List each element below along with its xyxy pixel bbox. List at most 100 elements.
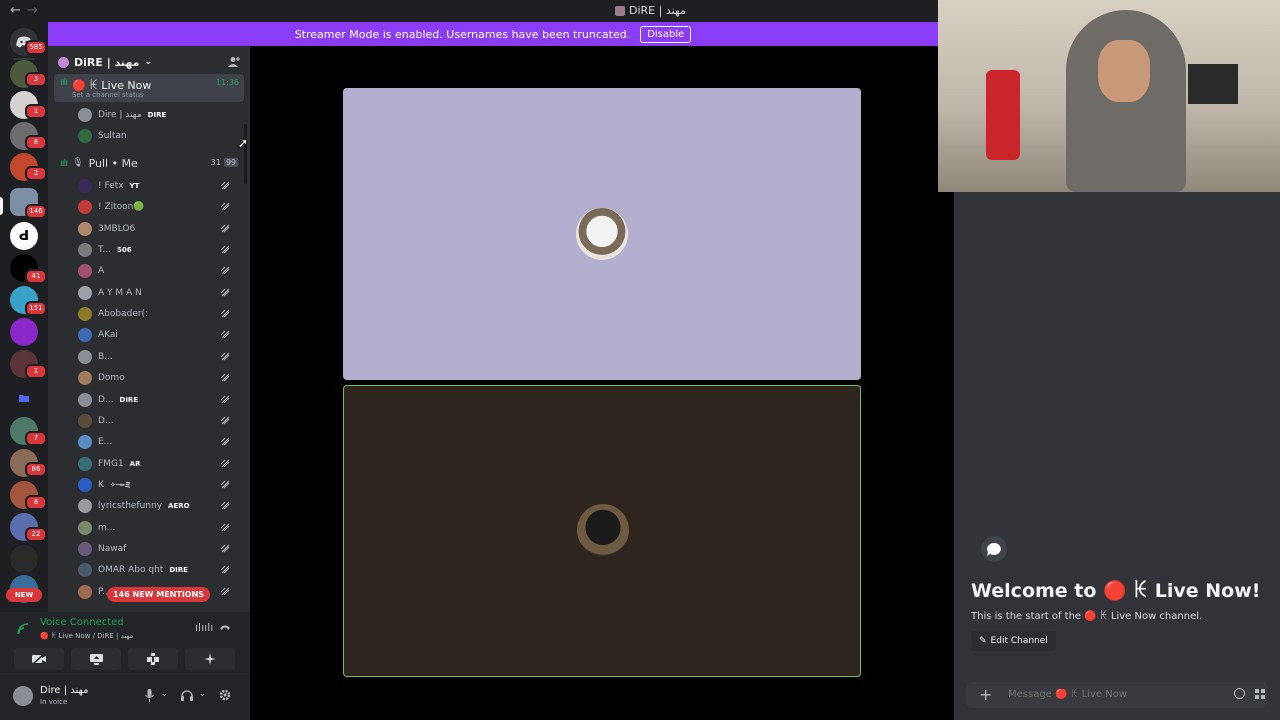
- user-status: In voice: [40, 698, 68, 706]
- selected-indicator: [0, 197, 3, 215]
- voice-channel-path[interactable]: 🔴 ꀘ Live Now / DiRE | مهند: [40, 630, 133, 640]
- deafened-icon: [220, 224, 230, 233]
- activities-button[interactable]: [128, 648, 178, 670]
- disconnect-icon[interactable]: [219, 623, 231, 631]
- deafened-icon: [220, 416, 230, 425]
- voice-channel-live-now[interactable]: ıılı 🔴 ꀘ Live Now 11:36 Set a channel st…: [54, 74, 244, 102]
- avatar: [78, 221, 92, 236]
- voice-user[interactable]: A: [78, 261, 238, 281]
- deafened-icon: [220, 202, 230, 211]
- server-icon[interactable]: [10, 545, 38, 573]
- deafened-icon: [220, 565, 230, 574]
- microphone-icon[interactable]: [145, 689, 154, 702]
- forward-icon[interactable]: →: [27, 3, 38, 18]
- chevron-down-icon[interactable]: ⌄: [161, 689, 168, 698]
- voice-user-name: Dire | مهند: [98, 110, 142, 120]
- avatar: [78, 541, 92, 556]
- add-user-icon[interactable]: [228, 56, 240, 68]
- voice-user[interactable]: Dire | مهند DIRE: [78, 105, 238, 125]
- server-icon[interactable]: ꓒ: [10, 222, 38, 250]
- cursor-icon: ➚: [238, 136, 249, 150]
- apps-icon[interactable]: [1255, 689, 1266, 700]
- avatar: [78, 435, 92, 450]
- unread-badge: 151: [25, 301, 47, 316]
- voice-user[interactable]: Abobader(:: [78, 304, 238, 324]
- voice-user-name: ! Zitoon🟢: [98, 202, 145, 213]
- voice-user[interactable]: D... DIRE: [78, 390, 238, 410]
- back-icon[interactable]: ←: [10, 3, 21, 18]
- video-tile[interactable]: [343, 88, 861, 380]
- pencil-icon: ✎: [979, 636, 987, 646]
- screen-share-icon: [89, 653, 103, 665]
- voice-status-title: Voice Connected: [40, 617, 124, 628]
- voice-user[interactable]: ! Zitoon🟢: [78, 197, 238, 217]
- emoji-icon[interactable]: [1234, 688, 1245, 699]
- voice-user[interactable]: lyricsthefunny AERO: [78, 496, 238, 516]
- avatar: [78, 563, 92, 578]
- voice-connected-panel: Voice Connected 🔴 ꀘ Live Now / DiRE | مه…: [0, 612, 250, 672]
- unread-badge: 3: [25, 72, 47, 87]
- new-badge[interactable]: NEW: [6, 588, 42, 602]
- voice-user[interactable]: Nawaf: [78, 539, 238, 559]
- voice-user[interactable]: E...: [78, 432, 238, 452]
- scrollbar[interactable]: [244, 124, 247, 184]
- voice-user[interactable]: T... 506: [78, 240, 238, 260]
- voice-user-name: ! Fetx: [98, 181, 124, 191]
- unread-badge: 1: [25, 364, 47, 379]
- window-title-text: DiRE | مهند: [629, 4, 686, 17]
- avatar[interactable]: [13, 686, 33, 706]
- webcam-microphone: [986, 70, 1020, 160]
- voice-user[interactable]: B...: [78, 347, 238, 367]
- voice-user[interactable]: FMG1 AR: [78, 454, 238, 474]
- chevron-down-icon[interactable]: ⌄: [199, 689, 206, 698]
- avatar: [78, 307, 92, 322]
- soundboard-button[interactable]: [185, 648, 235, 670]
- voice-user[interactable]: Sultan: [78, 126, 238, 146]
- signal-icon[interactable]: [17, 623, 29, 635]
- deafened-icon: [220, 331, 230, 339]
- voice-user[interactable]: K ✧─═ミ: [78, 475, 238, 495]
- edit-channel-button[interactable]: ✎ Edit Channel: [971, 631, 1056, 651]
- channel-sidebar: DiRE | مهند ⌄ ıılı 🔴 ꀘ Live Now 11:36 Se…: [48, 46, 250, 612]
- voice-user-name: lyricsthefunny: [98, 501, 163, 512]
- participant-avatar: [576, 208, 628, 260]
- voice-user[interactable]: m...: [78, 518, 238, 538]
- screenshare-button[interactable]: [71, 648, 121, 670]
- camera-button[interactable]: [14, 648, 64, 670]
- soundboard-icon[interactable]: ılıılı: [195, 621, 213, 634]
- deafened-icon: [220, 437, 230, 446]
- voice-channel-pull-me[interactable]: ıılı 🎙 Pull • Me 31 99: [54, 152, 244, 174]
- folder-icon[interactable]: [10, 384, 38, 412]
- window-title: DiRE | مهند: [615, 4, 686, 17]
- voice-user[interactable]: A Y M A N: [78, 283, 238, 303]
- disable-button[interactable]: Disable: [640, 25, 692, 43]
- server-icon: [58, 56, 69, 68]
- voice-user[interactable]: AKai: [78, 325, 238, 345]
- gear-icon[interactable]: [219, 689, 231, 701]
- unread-badge: 22: [25, 527, 47, 542]
- deafened-icon: [220, 245, 230, 254]
- unread-badge: 41: [25, 269, 47, 284]
- avatar: [78, 179, 92, 193]
- new-mentions-button[interactable]: 146 NEW MENTIONS: [107, 587, 211, 602]
- voice-user-name: A: [98, 266, 105, 277]
- deafened-icon: [220, 181, 230, 190]
- video-tile-speaking[interactable]: [343, 385, 861, 677]
- activities-icon: [147, 653, 159, 665]
- voice-user[interactable]: OMAR Abo qht DIRE: [78, 560, 238, 580]
- channel-status[interactable]: Set a channel status: [72, 91, 144, 99]
- voice-user[interactable]: Domo: [78, 368, 238, 388]
- deafened-icon: [220, 309, 230, 318]
- voice-user[interactable]: D...: [78, 411, 238, 431]
- voice-user-name: Abobader(:: [98, 309, 149, 320]
- edit-channel-label: Edit Channel: [990, 636, 1048, 646]
- plus-icon[interactable]: +: [979, 685, 992, 704]
- user-tag: DIRE: [119, 395, 139, 404]
- voice-user[interactable]: ! Fetx YT: [78, 176, 238, 196]
- message-input[interactable]: [1008, 689, 1208, 700]
- unread-badge: 146: [25, 204, 47, 219]
- voice-user[interactable]: 3MBLO6: [78, 219, 238, 239]
- server-icon[interactable]: [10, 318, 38, 346]
- avatar: [78, 413, 92, 428]
- headphones-icon[interactable]: [181, 690, 193, 701]
